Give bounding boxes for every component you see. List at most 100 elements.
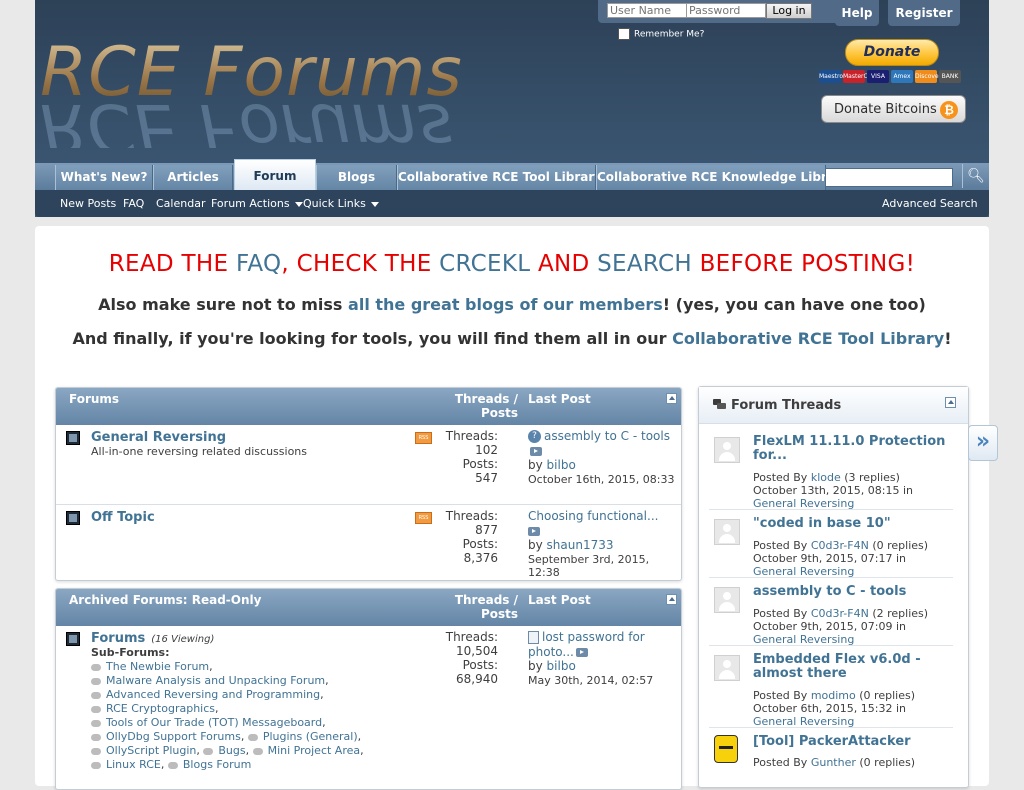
tab-tool-library[interactable]: Collaborative RCE Tool Library (397, 165, 596, 190)
login-box: Log in (598, 0, 861, 23)
last-post-user[interactable]: bilbo (547, 458, 576, 472)
tool-library-link[interactable]: Collaborative RCE Tool Library (672, 329, 944, 348)
thread-forum-link[interactable]: General Reversing (753, 715, 854, 728)
subforum-link[interactable]: Advanced Reversing and Programming, (91, 688, 324, 701)
tab-blogs[interactable]: Blogs (316, 165, 397, 190)
thread-forum-link[interactable]: General Reversing (753, 497, 854, 510)
thread-author[interactable]: C0d3r-F4N (811, 539, 869, 552)
thread-forum-link[interactable]: General Reversing (753, 633, 854, 646)
subforum-link[interactable]: Bugs, (203, 744, 249, 757)
logo-reflection: RCE Forums (40, 88, 453, 148)
thread-forum-link[interactable]: General Reversing (753, 565, 854, 578)
avatar[interactable] (714, 587, 740, 613)
subforum-link[interactable]: OllyDbg Support Forums, (91, 730, 244, 743)
forum-stats: Threads: 102 Posts: 547 (445, 429, 498, 485)
tab-knowledge-library[interactable]: Collaborative RCE Knowledge Library (596, 165, 826, 190)
thread-item: Embedded Flex v6.0d - almost there Poste… (709, 651, 953, 728)
last-post-user[interactable]: shaun1733 (547, 538, 614, 552)
thread-title[interactable]: FlexLM 11.11.0 Protection for... (753, 435, 948, 463)
quick-links-menu[interactable]: Quick Links (303, 197, 379, 210)
username-input[interactable] (607, 3, 687, 18)
subforum-link[interactable]: Plugins (General), (247, 730, 361, 743)
tab-articles[interactable]: Articles (153, 165, 233, 190)
last-post: ? assembly to C - tools by bilbo October 16… (528, 429, 675, 486)
forum-title[interactable]: Off Topic (91, 510, 155, 525)
faq-link[interactable]: FAQ (123, 197, 144, 210)
forum-title: Forums (16 Viewing) (91, 631, 215, 646)
subforum-link[interactable]: Linux RCE, (91, 758, 164, 771)
subforum-link[interactable]: Blogs Forum (167, 758, 251, 771)
thread-item: "coded in base 10" Posted By C0d3r-F4N (… (709, 515, 953, 578)
rss-icon[interactable]: RSS (415, 512, 432, 524)
subforum-link[interactable]: RCE Cryptographics, (91, 702, 219, 715)
subforum-icon (91, 705, 101, 713)
donate-button[interactable]: Donate (845, 39, 939, 66)
notice-line-2: Also make sure not to miss all the great… (98, 295, 926, 314)
rss-icon[interactable]: RSS (415, 432, 432, 444)
last-post-user[interactable]: bilbo (547, 659, 576, 673)
subforum-link[interactable]: Mini Project Area, (252, 744, 364, 757)
register-button[interactable]: Register (888, 0, 960, 26)
forum-status-icon (66, 511, 80, 525)
tab-whats-new[interactable]: What's New? (55, 165, 153, 190)
forum-threads-widget: Forum Threads FlexLM 11.11.0 Protection … (698, 386, 969, 788)
blogs-link[interactable]: all the great blogs of our members (348, 295, 663, 314)
subforum-link[interactable]: The Newbie Forum, (91, 660, 213, 673)
collapse-icon[interactable] (666, 594, 677, 605)
thread-author[interactable]: Gunther (811, 756, 856, 769)
next-arrow-icon[interactable]: » (968, 425, 998, 461)
bitcoin-icon: ₿ (940, 101, 958, 119)
thread-title[interactable]: "coded in base 10" (753, 517, 948, 531)
calendar-link[interactable]: Calendar (156, 197, 205, 210)
thread-title[interactable]: Embedded Flex v6.0d - almost there (753, 653, 948, 681)
collapse-icon[interactable] (666, 393, 677, 404)
last-post-title[interactable]: assembly to C - tools (544, 429, 670, 443)
thread-author[interactable]: modimo (811, 689, 856, 702)
password-input[interactable] (686, 3, 766, 18)
avatar[interactable] (714, 735, 738, 763)
subforum-icon (203, 747, 214, 755)
forum-actions-menu[interactable]: Forum Actions (211, 197, 303, 210)
go-to-post-icon[interactable] (530, 446, 542, 456)
avatar[interactable] (714, 519, 740, 545)
last-post-title[interactable]: Choosing functional... (528, 509, 658, 523)
login-button[interactable]: Log in (766, 3, 812, 19)
search-input[interactable] (825, 168, 953, 187)
thread-item: [Tool] PackerAttacker Posted By Gunther … (709, 733, 953, 783)
help-button[interactable]: Help (835, 0, 879, 26)
amex-icon: Amex (891, 70, 913, 83)
subforum-link[interactable]: OllyScript Plugin, (91, 744, 200, 757)
remember-checkbox[interactable] (618, 28, 630, 40)
remember-me[interactable]: Remember Me? (618, 28, 704, 40)
thread-author[interactable]: klode (811, 471, 841, 484)
donate-bitcoins-button[interactable]: Donate Bitcoins ₿ (821, 95, 966, 123)
thread-meta: Posted By C0d3r-F4N (0 replies) October 9… (753, 539, 929, 578)
subforum-icon (91, 691, 101, 699)
avatar[interactable] (714, 655, 740, 681)
thread-title[interactable]: assembly to C - tools (753, 585, 948, 599)
search-icon[interactable]: 🔍︎ (962, 164, 989, 188)
thread-title[interactable]: [Tool] PackerAttacker (753, 735, 948, 749)
go-to-post-icon[interactable] (528, 526, 540, 536)
go-to-post-icon[interactable] (575, 647, 588, 657)
forum-title[interactable]: General Reversing (91, 430, 226, 445)
advanced-search-link[interactable]: Advanced Search (882, 197, 978, 210)
thread-meta: Posted By klode (3 replies) October 13th,… (753, 471, 914, 510)
collapse-icon[interactable] (945, 397, 956, 408)
forum-row: Forums (16 Viewing) Sub-Forums: The Newbi… (56, 626, 681, 786)
new-posts-link[interactable]: New Posts (60, 197, 116, 210)
forum-status-icon (66, 632, 80, 646)
forums-block: Forums Threads / Posts Last Post General … (55, 387, 682, 581)
subforum-link[interactable]: Malware Analysis and Unpacking Forum, (91, 674, 329, 687)
site-logo[interactable]: RCE Forums RCE Forums (40, 38, 470, 148)
archived-forums-block: Archived Forums: Read-Only Threads / Post… (55, 588, 682, 790)
crcekl-link[interactable]: CRCEKL (439, 251, 530, 277)
thread-author[interactable]: C0d3r-F4N (811, 607, 869, 620)
subforum-link[interactable]: Tools of Our Trade (TOT) Messageboard, (91, 716, 326, 729)
sub-nav: New Posts FAQ Calendar Forum Actions Qui… (35, 190, 989, 217)
avatar[interactable] (714, 437, 740, 463)
faq-notice-link[interactable]: FAQ (236, 251, 281, 277)
search-notice-link[interactable]: SEARCH (597, 251, 692, 277)
subforum-icon (91, 761, 101, 769)
tab-forum[interactable]: Forum (234, 159, 316, 191)
